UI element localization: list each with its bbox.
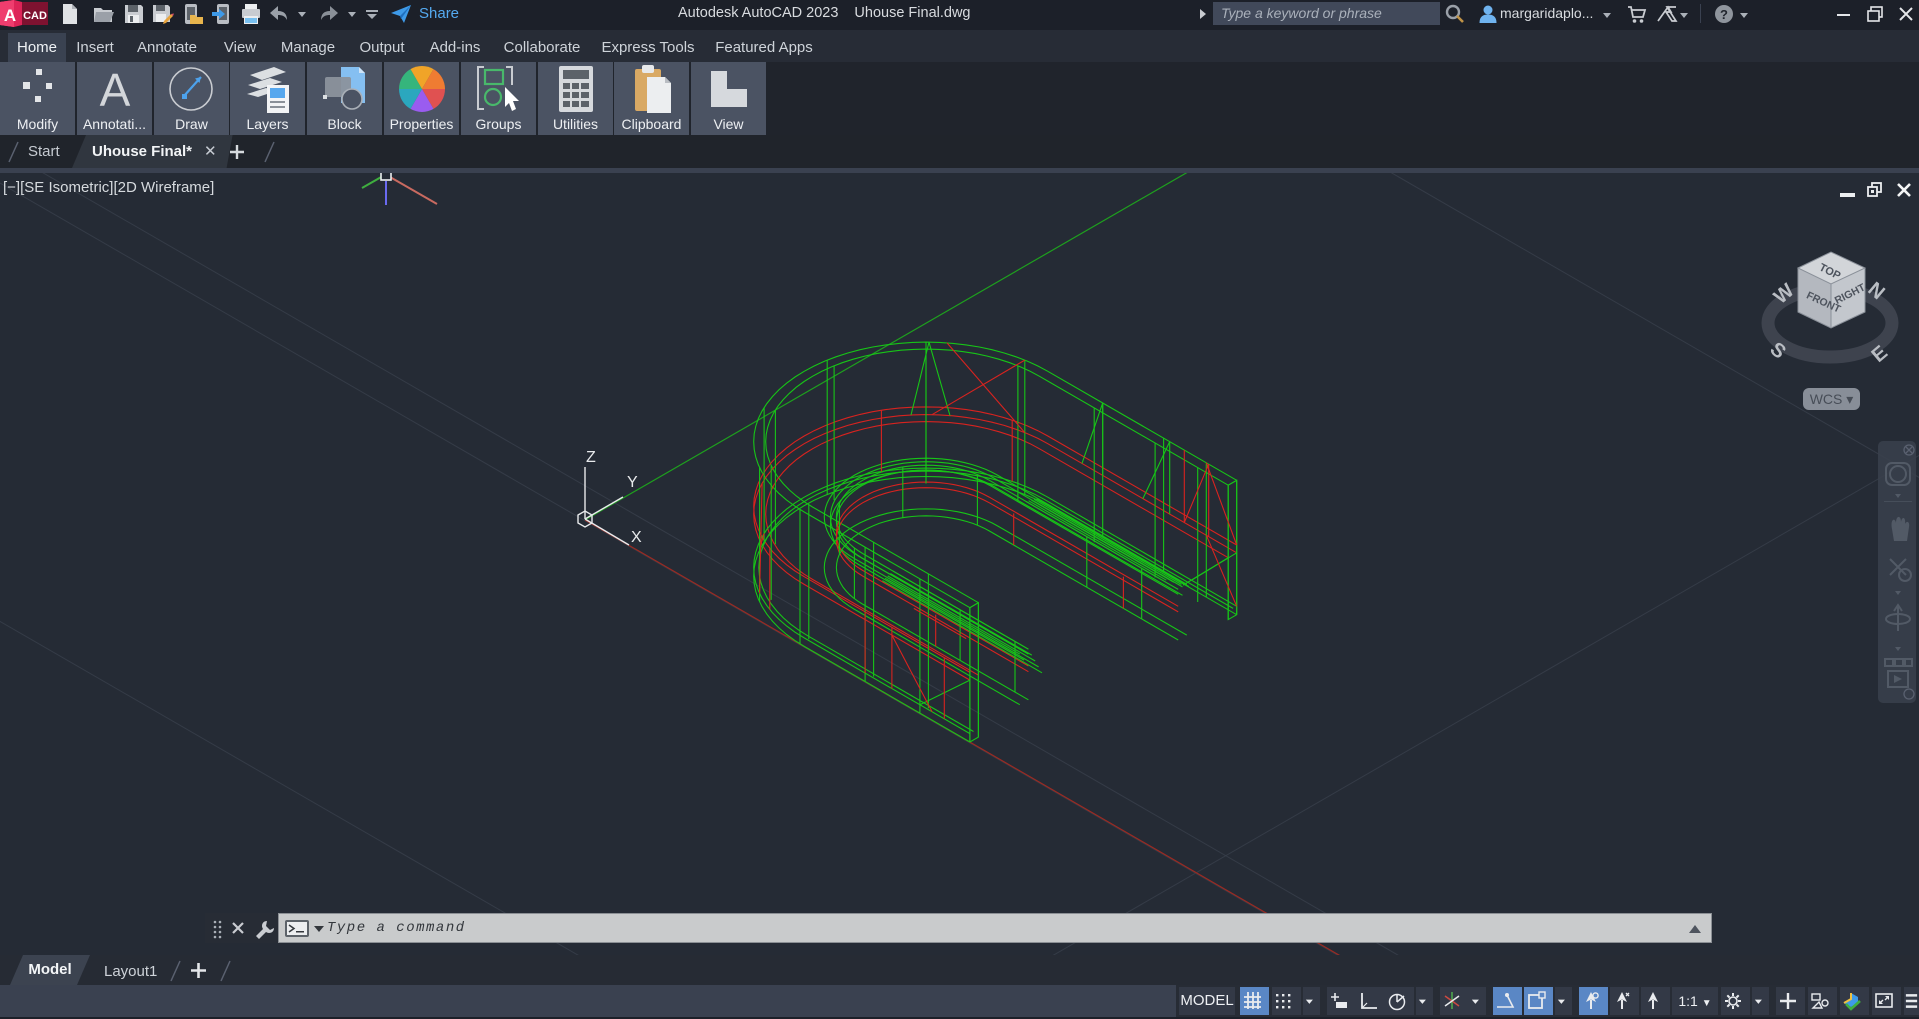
- svg-text:Z: Z: [586, 449, 596, 466]
- svg-text:Y: Y: [627, 474, 638, 491]
- svg-text:A: A: [4, 6, 16, 25]
- svg-text:X: X: [631, 529, 642, 546]
- svg-text:A: A: [99, 64, 130, 114]
- svg-text:CAD: CAD: [23, 10, 47, 22]
- svg-text:?: ?: [1720, 7, 1728, 22]
